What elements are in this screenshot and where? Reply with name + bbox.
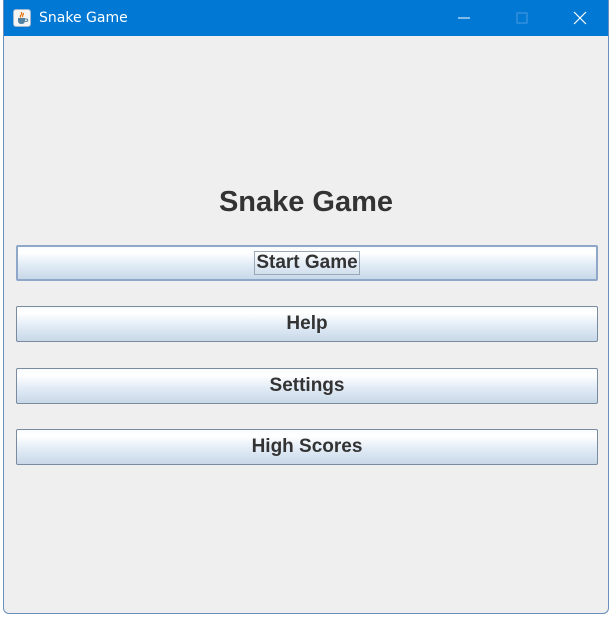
- maximize-icon: [516, 12, 528, 24]
- java-cup-icon: [13, 9, 31, 27]
- page-title: Snake Game: [218, 186, 394, 218]
- high-scores-button[interactable]: High Scores: [16, 429, 598, 465]
- close-icon: [573, 11, 587, 25]
- start-game-button[interactable]: Start Game: [16, 245, 598, 281]
- app-window: Snake Game Snake Game Start Game Help Se…: [3, 0, 609, 614]
- help-button[interactable]: Help: [16, 306, 598, 342]
- settings-button[interactable]: Settings: [16, 368, 598, 404]
- settings-label: Settings: [269, 375, 345, 396]
- window-title: Snake Game: [39, 10, 128, 26]
- maximize-button[interactable]: [493, 0, 551, 36]
- minimize-button[interactable]: [435, 0, 493, 36]
- close-button[interactable]: [551, 0, 608, 36]
- title-bar[interactable]: Snake Game: [4, 0, 608, 36]
- high-scores-label: High Scores: [251, 436, 363, 457]
- minimize-icon: [458, 17, 470, 19]
- help-label: Help: [286, 313, 328, 334]
- start-game-label: Start Game: [254, 251, 360, 275]
